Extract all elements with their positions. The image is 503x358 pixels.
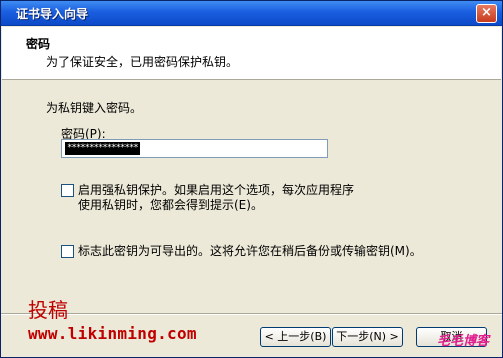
import-wizard-window: 证书导入向导 × 密码 为了保证安全，已用密码保护私钥。 为私钥键入密码。 密码… [0,0,503,358]
password-input[interactable]: **************** [61,139,328,158]
page-title: 密码 [26,37,51,51]
watermark-submit-text: 投稿 [28,298,68,322]
watermark-url: www.likinming.com [28,324,197,343]
wizard-content: 为私钥键入密码。 密码(P): **************** 启用强私钥保护… [1,81,502,311]
button-divider [1,313,502,315]
password-prompt: 为私钥键入密码。 [46,101,143,115]
strong-protection-line2: 使用私钥时，您都会得到提示(E)。 [78,198,263,212]
next-button[interactable]: 下一步(N) > [332,327,403,347]
exportable-label: 标志此密钥为可导出的。这将允许您在稍后备份或传输密钥(M)。 [78,244,422,258]
strong-protection-label: 启用强私钥保护。如果启用这个选项，每次应用程序 使用私钥时，您都会得到提示(E)… [78,183,354,213]
strong-protection-line1: 启用强私钥保护。如果启用这个选项，每次应用程序 [78,183,355,197]
window-title: 证书导入向导 [16,7,89,21]
page-subtitle: 为了保证安全，已用密码保护私钥。 [46,55,239,69]
strong-protection-checkbox[interactable] [61,184,74,197]
title-bar[interactable]: 证书导入向导 × [1,1,502,26]
password-value: **************** [65,142,140,155]
blog-logo: 毛毛博客 [436,334,489,349]
back-button[interactable]: < 上一步(B) [260,327,331,347]
exportable-checkbox[interactable] [61,245,74,258]
wizard-header: 密码 为了保证安全，已用密码保护私钥。 [2,27,501,80]
close-button[interactable]: × [476,4,497,23]
